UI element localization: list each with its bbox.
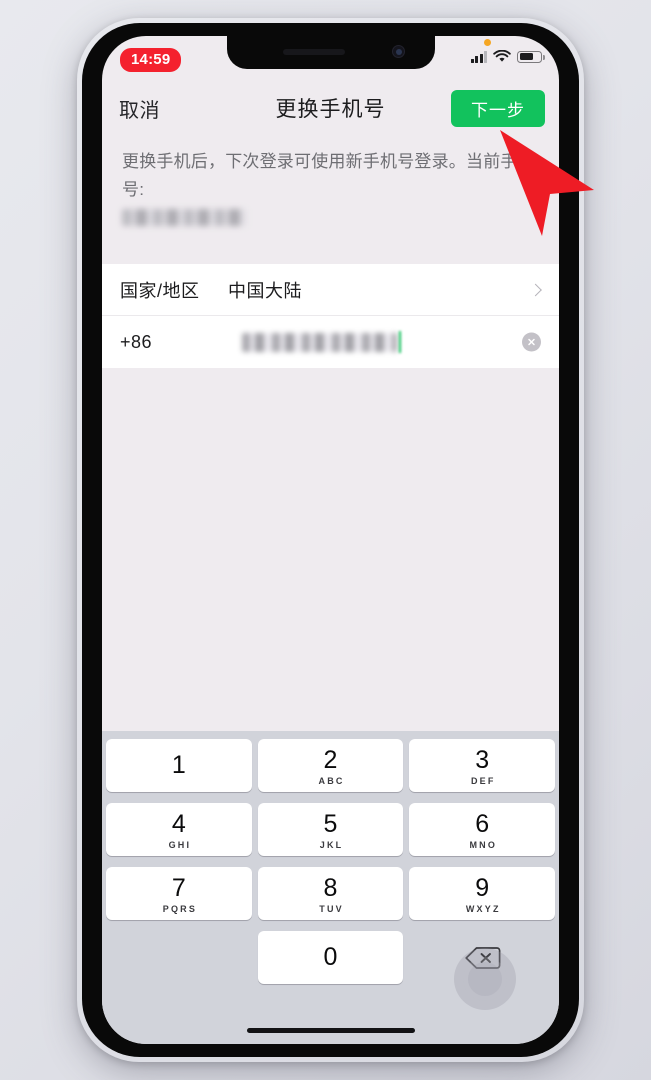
description-text: 更换手机后，下次登录可使用新手机号登录。当前手机号: [122,152,535,199]
phone-number-masked-value [242,332,397,352]
key-letters: ABC [318,775,345,786]
cellular-signal-icon [470,50,487,63]
key-letters: WXYZ [465,903,501,914]
key-6[interactable]: 6 MNO [409,803,555,856]
key-letters: MNO [469,839,498,850]
phone-screen: 14:59 取消 更换手机号 下一步 更换手机后，下次登录可使用新手机号登录。当… [102,36,559,1044]
key-letters: TUV [319,903,344,914]
key-4[interactable]: 4 GHI [106,803,252,856]
description-block: 更换手机后，下次登录可使用新手机号登录。当前手机号: [122,148,538,227]
next-step-button[interactable]: 下一步 [451,90,545,127]
key-letters: JKL [319,839,344,850]
chevron-right-icon [529,283,542,296]
dial-code-label: +86 [120,331,153,352]
key-digit: 3 [475,745,490,774]
key-digit: 8 [323,873,338,902]
text-cursor [399,331,401,353]
key-1[interactable]: 1 [106,739,252,792]
country-region-label: 国家/地区 [120,280,200,301]
phone-number-row[interactable]: +86 [102,316,559,368]
status-bar: 14:59 [102,36,559,80]
key-0[interactable]: 0 [257,931,404,984]
key-digit: 9 [475,873,490,902]
form-card: 国家/地区 中国大陆 +86 [102,264,559,368]
country-region-value: 中国大陆 [228,280,302,301]
home-indicator[interactable] [246,1028,415,1033]
status-bar-icons [470,50,545,63]
key-letters: DEF [470,775,496,786]
clear-circle-icon[interactable] [522,332,541,352]
key-3[interactable]: 3 DEF [409,739,555,792]
key-digit: 7 [171,873,186,902]
recording-time-pill: 14:59 [120,48,182,73]
phone-number-input[interactable] [228,316,541,368]
keypad-blank-left [106,931,252,984]
key-digit: 2 [323,745,338,774]
key-9[interactable]: 9 WXYZ [409,867,555,920]
key-letters: GHI [168,839,192,850]
key-digit: 6 [475,809,490,838]
current-phone-masked [122,209,246,227]
key-letters: PQRS [162,903,198,914]
navigation-bar: 取消 更换手机号 下一步 [102,80,559,138]
wifi-icon [493,50,511,62]
key-5[interactable]: 5 JKL [257,803,404,856]
screenshot-stage: 14:59 取消 更换手机号 下一步 更换手机后，下次登录可使用新手机号登录。当… [0,0,651,1080]
assistive-touch-icon[interactable] [454,948,516,1010]
key-7[interactable]: 7 PQRS [106,867,252,920]
key-8[interactable]: 8 TUV [257,867,404,920]
microphone-in-use-dot-icon [484,39,491,46]
key-digit: 1 [171,751,186,779]
country-region-row[interactable]: 国家/地区 中国大陆 [102,264,559,316]
battery-icon [517,50,545,63]
key-digit: 5 [323,809,338,838]
key-digit: 0 [323,943,338,971]
key-digit: 4 [171,809,186,838]
key-2[interactable]: 2 ABC [257,739,404,792]
